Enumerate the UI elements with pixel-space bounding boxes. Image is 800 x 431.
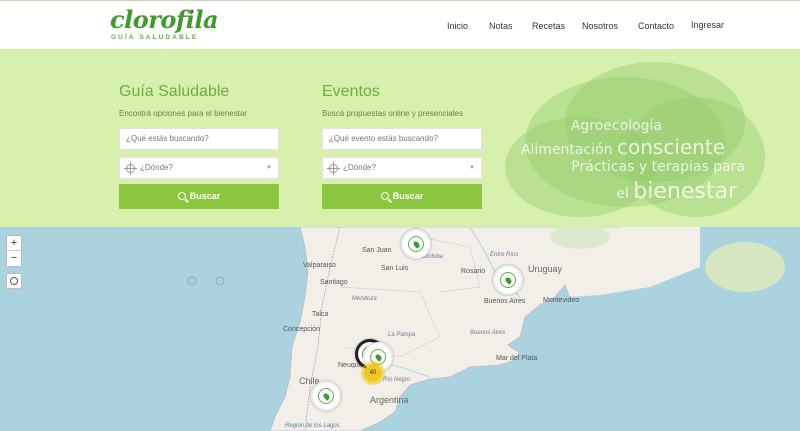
caret-down-icon: ▼	[266, 165, 272, 171]
site-header: clorofila GUÍA SALUDABLE Inicio Notas Re…	[0, 0, 800, 49]
nav-nosotros[interactable]: Nosotros	[582, 21, 618, 31]
nav-inicio[interactable]: Inicio	[447, 21, 468, 31]
hero-banner: Agroecología Alimentación consciente Prá…	[0, 49, 800, 227]
events-title: Eventos	[322, 83, 380, 100]
brand-logo[interactable]: clorofila GUÍA SALUDABLE	[110, 5, 219, 45]
map-label-talca: Talca	[312, 311, 329, 318]
map-label-mar-del-plata: Mar del Plata	[496, 355, 538, 362]
brand-name: clorofila	[110, 5, 219, 34]
map-label-la-pampa: La Pampa	[388, 332, 416, 338]
map-label-los-lagos: Región de los Lagos	[285, 423, 340, 429]
map-marker[interactable]	[493, 265, 523, 295]
map-cluster[interactable]: 40	[361, 361, 385, 385]
quote-line-2a: Alimentación	[520, 142, 617, 158]
guide-title: Guía Saludable	[119, 83, 230, 100]
quote-line-4: el bienestar	[616, 181, 737, 203]
crosshair-icon	[124, 162, 137, 175]
map-label-san-juan: San Juan	[362, 247, 392, 254]
search-icon	[177, 192, 186, 200]
map-label-entre-rios: Entre Ríos	[490, 252, 519, 258]
cluster-count: 40	[364, 364, 382, 382]
zoom-out-button[interactable]: −	[7, 251, 21, 266]
nav-recetas[interactable]: Recetas	[532, 21, 565, 31]
quote-line-2b: consciente	[616, 135, 725, 159]
zoom-in-button[interactable]: +	[7, 236, 21, 251]
quote-line-4b: bienestar	[633, 179, 737, 204]
quote-line-1: Agroecología	[570, 118, 662, 134]
quote-line-3: Prácticas y terapias para	[571, 159, 745, 175]
zoom-control: + −	[6, 235, 22, 267]
locate-button[interactable]	[6, 273, 22, 289]
map-label-valparaiso: Valparaíso	[303, 262, 336, 269]
guide-search-button[interactable]: Buscar	[119, 184, 279, 209]
map-marker[interactable]	[311, 381, 341, 411]
nav-ingresar[interactable]: Ingresar	[691, 20, 724, 30]
search-icon	[380, 192, 389, 200]
nav-contacto[interactable]: Contacto	[638, 21, 674, 31]
map-label-buenos-aires-prov: Buenos Aires	[470, 330, 506, 336]
events-search-input[interactable]: ¿Qué evento estás buscando?	[322, 128, 482, 150]
leaf-icon	[504, 276, 513, 285]
map-label-rosario: Rosario	[461, 268, 486, 275]
events-search-button-label: Buscar	[392, 191, 424, 201]
leaf-icon	[322, 392, 331, 401]
brand-tagline: GUÍA SALUDABLE	[111, 34, 199, 41]
events-location-select[interactable]: ¿Dónde? ▼	[322, 157, 482, 179]
crosshair-icon	[327, 162, 340, 175]
map-view[interactable]: + − San Juan Córdoba Valparaíso San Luis…	[0, 227, 800, 431]
quote-line-4a: el	[616, 186, 634, 202]
guide-location-placeholder: ¿Dónde?	[140, 163, 173, 172]
quote-line-2: Alimentación consciente	[521, 137, 725, 157]
map-label-argentina: Argentina	[370, 395, 409, 405]
guide-location-select[interactable]: ¿Dónde? ▼	[119, 157, 279, 179]
map-label-santiago: Santiago	[320, 279, 348, 286]
map-label-buenos-aires: Buenos Aires	[484, 298, 526, 305]
map-label-rio-negro: Río Negro	[383, 377, 411, 383]
locate-icon	[10, 277, 18, 285]
map-label-uruguay: Uruguay	[528, 264, 563, 274]
leaf-icon	[412, 240, 421, 249]
map-label-san-luis: San Luis	[381, 265, 409, 272]
map-label-mendoza: Mendoza	[352, 296, 377, 302]
events-search-button[interactable]: Buscar	[322, 184, 482, 209]
nav-notas[interactable]: Notas	[489, 21, 513, 31]
guide-search-button-label: Buscar	[189, 191, 221, 201]
map-label-montevideo: Montevideo	[543, 297, 580, 304]
caret-down-icon: ▼	[469, 165, 475, 171]
events-subtitle: Buscá propuestas online y presenciales	[322, 109, 463, 118]
guide-search-input[interactable]: ¿Qué estás buscando?	[119, 128, 279, 150]
events-location-placeholder: ¿Dónde?	[343, 163, 376, 172]
guide-subtitle: Encontrá opciones para el bienestar	[119, 109, 248, 118]
map-marker[interactable]	[401, 229, 431, 259]
map-label-concepcion: Concepción	[283, 326, 320, 333]
